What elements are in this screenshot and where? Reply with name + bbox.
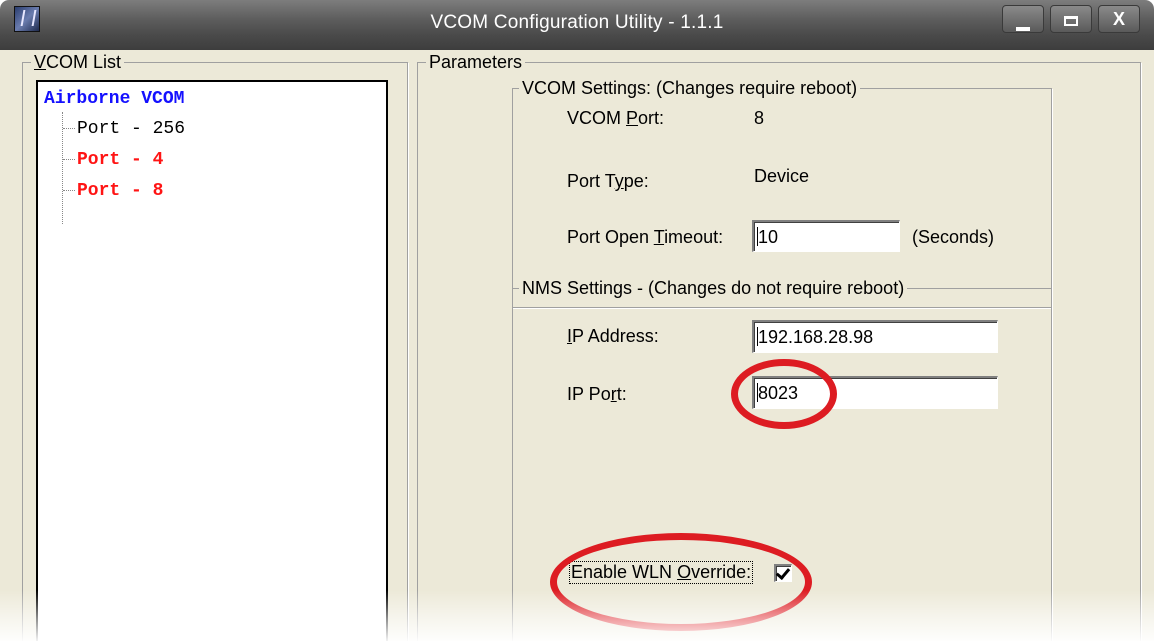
parameters-legend: Parameters [426, 52, 526, 72]
timeout-unit-label: (Seconds) [912, 227, 995, 247]
tree-item-port-8[interactable]: Port - 8 [63, 181, 163, 201]
ip-address-input[interactable]: 192.168.28.98 [752, 320, 998, 353]
ip-address-label: IP Address: [567, 326, 659, 346]
ip-port-label: IP Port: [567, 384, 627, 404]
nms-settings-legend: NMS Settings - (Changes do not require r… [519, 278, 908, 298]
window-controls: X [1002, 5, 1140, 33]
tree-root-airborne-vcom[interactable]: Airborne VCOM [44, 89, 184, 109]
vcom-list-legend-rest: COM List [46, 52, 122, 72]
bottom-fade-overlay [0, 590, 1154, 641]
tree-item-port-4[interactable]: Port - 4 [63, 150, 163, 170]
vcom-list-legend: VCOM List [31, 52, 125, 72]
vcom-configuration-window: VCOM Configuration Utility - 1.1.1 X VCO… [0, 0, 1154, 641]
minimize-button[interactable] [1002, 5, 1044, 33]
tree-item-label: Port - 256 [77, 119, 186, 139]
tree-item-label: Port - 8 [77, 181, 164, 201]
window-title: VCOM Configuration Utility - 1.1.1 [430, 12, 724, 33]
title-bar[interactable]: VCOM Configuration Utility - 1.1.1 X [0, 0, 1154, 50]
vcom-port-label: VCOM Port: [567, 108, 665, 128]
vcom-tree[interactable]: Airborne VCOM Port - 256 Port - 4 Port -… [36, 80, 388, 641]
ip-port-highlight-ring [731, 359, 837, 429]
vcom-settings-legend: VCOM Settings: (Changes require reboot) [519, 78, 861, 98]
port-type-value: Device [754, 166, 810, 186]
maximize-button[interactable] [1050, 5, 1092, 33]
port-open-timeout-label: Port Open Timeout: [567, 227, 724, 247]
port-type-label: Port Type: [567, 171, 649, 191]
tree-item-port-256[interactable]: Port - 256 [63, 119, 185, 139]
tree-item-label: Port - 4 [77, 150, 164, 170]
vcom-port-value: 8 [754, 108, 765, 128]
close-button[interactable]: X [1098, 5, 1140, 33]
port-open-timeout-input[interactable]: 10 [752, 220, 900, 252]
dialog-client-area: VCOM List Airborne VCOM Port - 256 Port … [0, 50, 1154, 641]
